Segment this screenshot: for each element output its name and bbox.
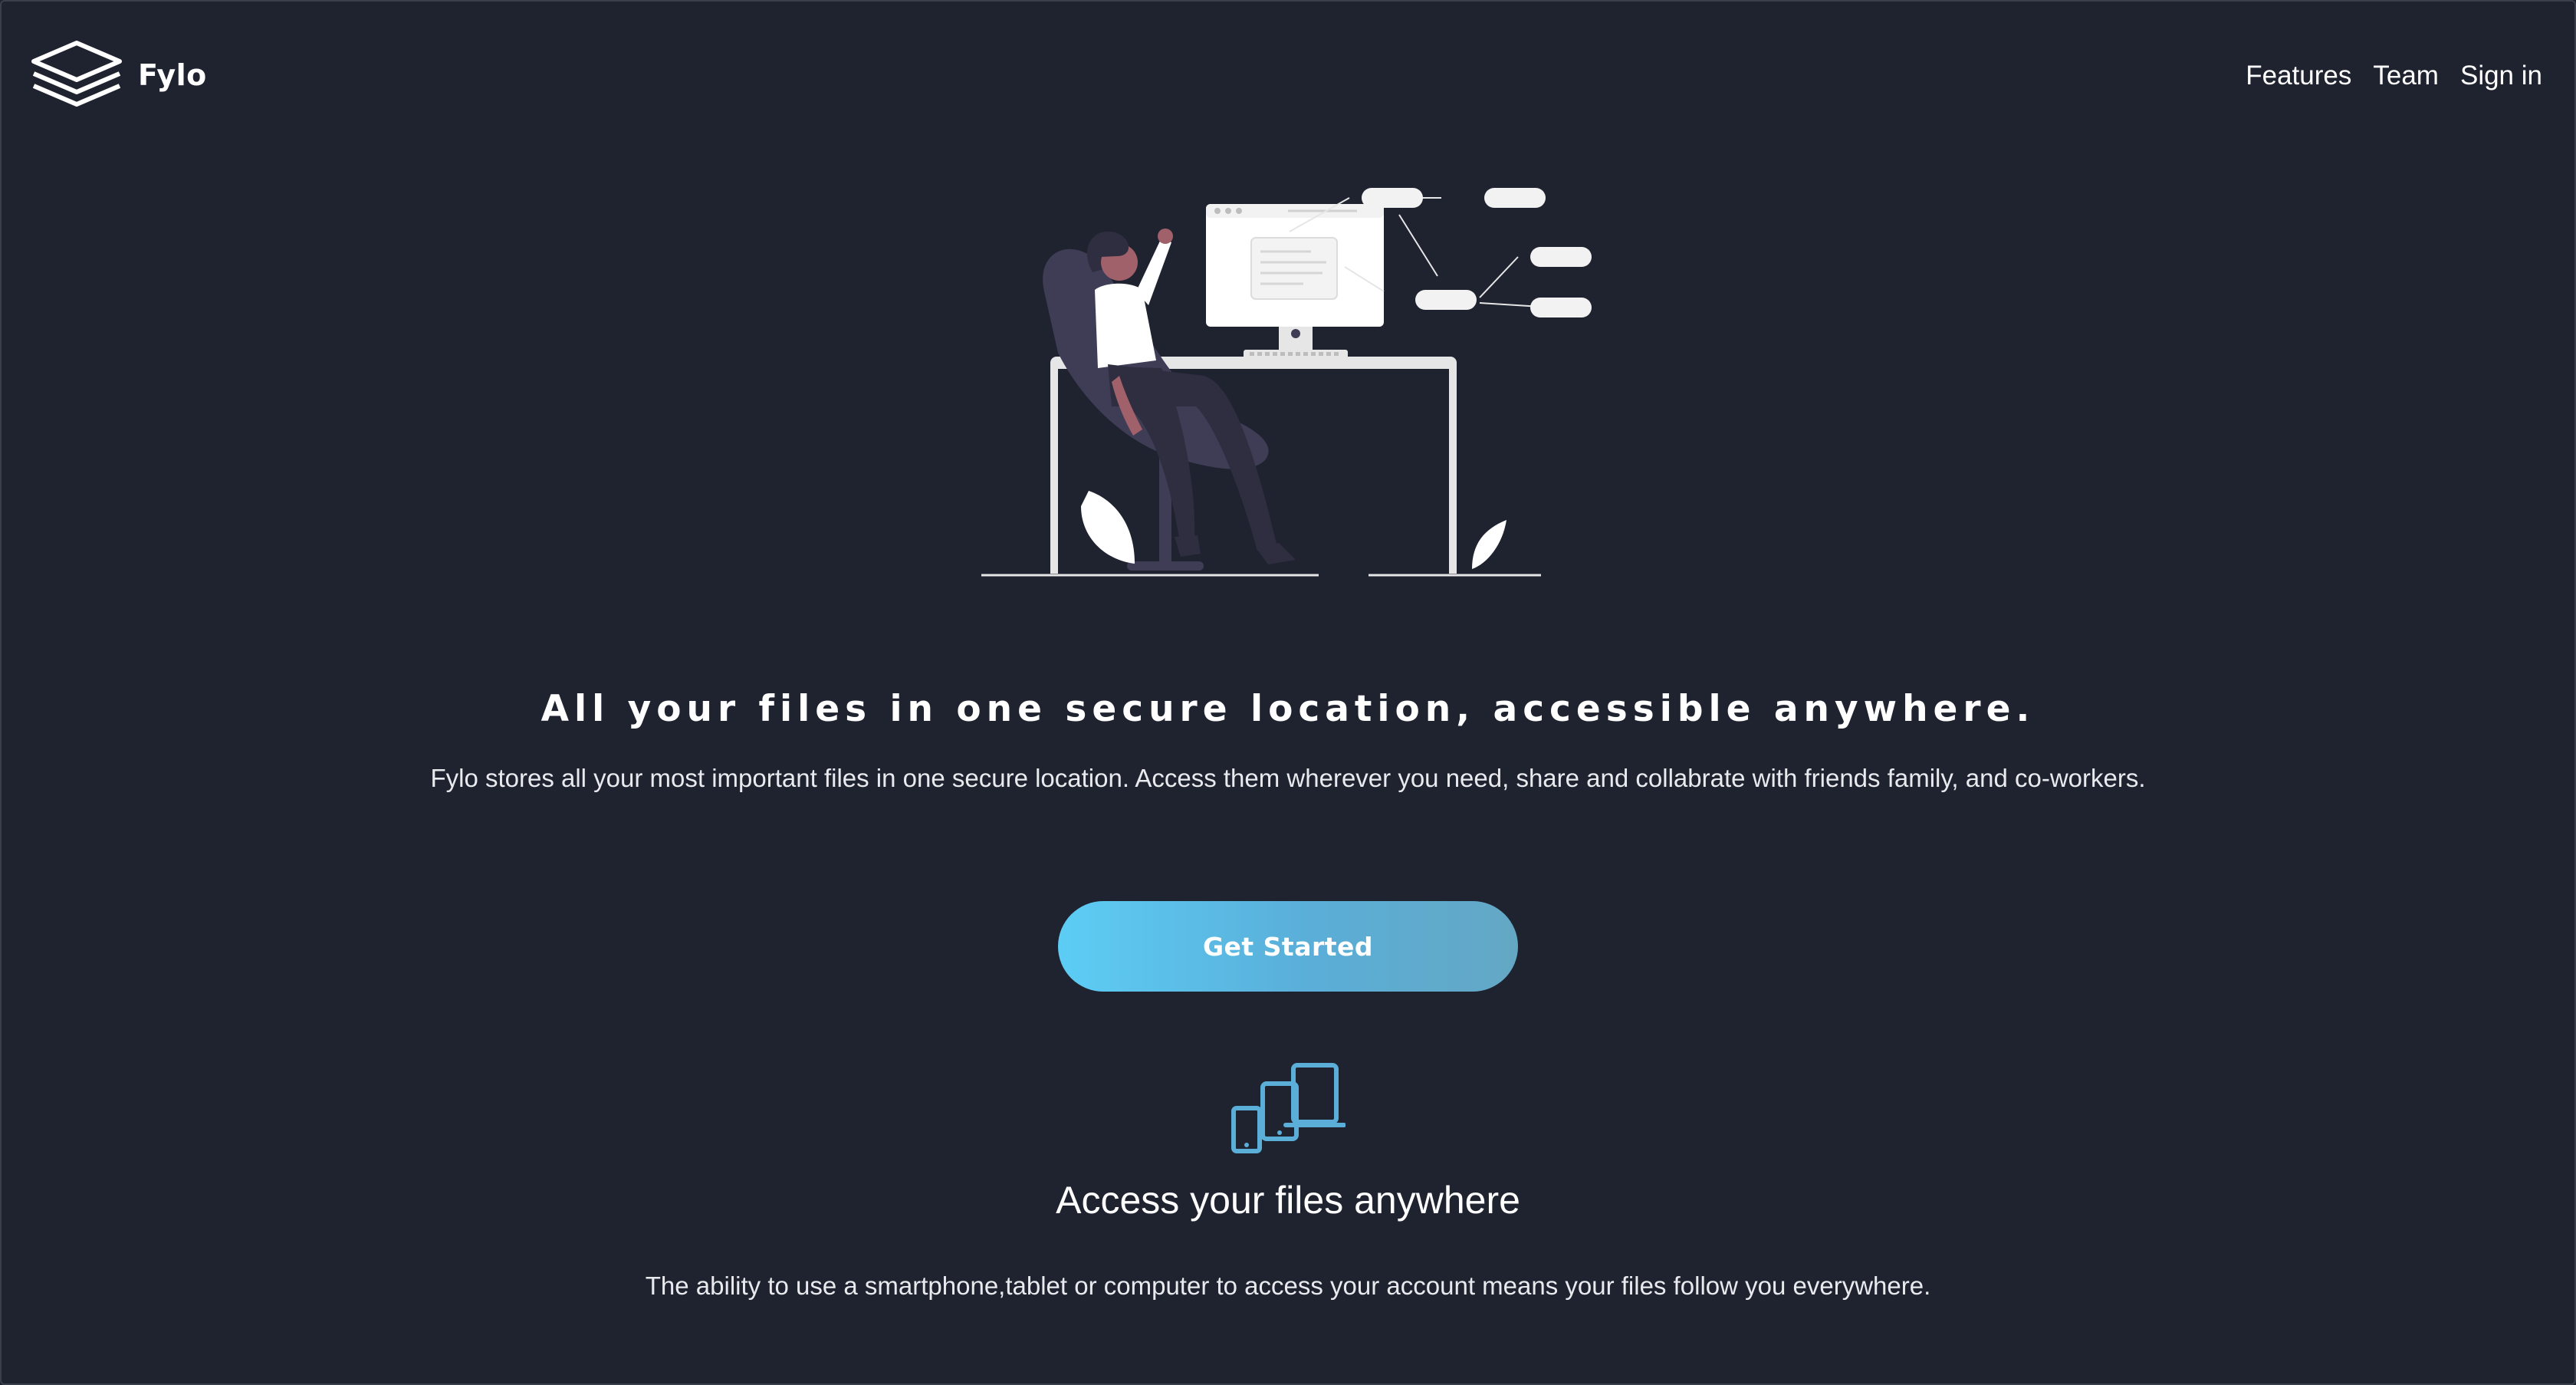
feature-text: The ability to use a smartphone,tablet o…: [645, 1272, 1931, 1300]
nav-team[interactable]: Team: [2370, 55, 2442, 97]
person-at-desk-illustration: [981, 188, 1592, 577]
feature-title: Access your files anywhere: [1056, 1179, 1520, 1222]
get-started-button[interactable]: Get Started: [1058, 901, 1518, 992]
brand-logo[interactable]: Fylo: [29, 38, 207, 112]
nav-sign-in[interactable]: Sign in: [2457, 55, 2545, 97]
devices-icon: [1231, 1063, 1346, 1153]
nav-features[interactable]: Features: [2242, 55, 2354, 97]
hero-subtitle: Fylo stores all your most important file…: [430, 764, 2146, 792]
main-nav: Features Team Sign in: [2242, 55, 2545, 97]
site-header: Fylo Features Team Sign in: [0, 0, 2576, 153]
hero-title: All your files in one secure location, a…: [540, 688, 2036, 730]
brand-name: Fylo: [138, 58, 207, 92]
stacked-layers-icon: [31, 41, 122, 107]
